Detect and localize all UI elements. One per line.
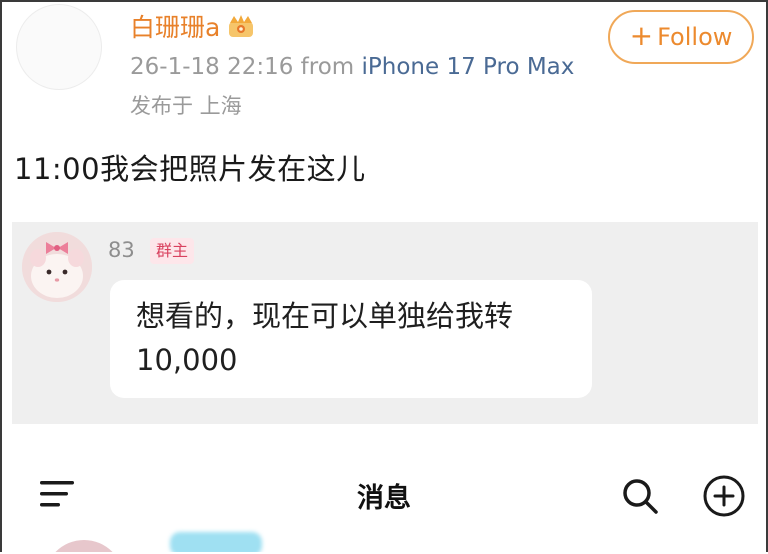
message-line-2: 10,000	[136, 343, 238, 377]
poster-username[interactable]: 白珊珊a	[130, 8, 256, 44]
screenshot-frame: 白珊珊a 26-1-18 22:16 from iPhone 17 Pro Ma…	[0, 0, 768, 552]
post-body-text: 11:00我会把照片发在这儿	[14, 152, 366, 186]
chat-sender-avatar[interactable]	[22, 232, 92, 302]
chat-message-bubble: 想看的，现在可以单独给我转 10,000	[110, 280, 592, 398]
from-label: from	[300, 54, 355, 80]
plus-icon: +	[629, 19, 654, 52]
username-text: 白珊珊a	[130, 13, 221, 42]
hamster-avatar-icon	[22, 232, 92, 302]
conversation-avatar[interactable]	[44, 540, 124, 552]
post-location: 发布于 上海	[130, 94, 242, 118]
post-timestamp: 26-1-18 22:16	[130, 54, 294, 80]
chat-sender-name: 83	[108, 238, 135, 262]
add-circle-icon[interactable]	[702, 474, 746, 518]
follow-button[interactable]: + Follow	[608, 10, 754, 64]
search-icon[interactable]	[620, 476, 660, 516]
group-owner-badge: 群主	[150, 238, 195, 264]
device-link[interactable]: iPhone 17 Pro Max	[362, 54, 575, 80]
blurred-conversation-name	[170, 532, 262, 552]
messages-navbar: 消息	[2, 448, 766, 538]
crown-badge-icon	[229, 15, 254, 37]
post-meta: 26-1-18 22:16 from iPhone 17 Pro Max	[130, 54, 574, 80]
follow-label: Follow	[657, 23, 733, 51]
message-line-1: 想看的，现在可以单独给我转	[136, 299, 514, 333]
poster-avatar[interactable]	[16, 4, 102, 90]
chat-snippet: 83 群主 想看的，现在可以单独给我转 10,000	[12, 222, 758, 424]
